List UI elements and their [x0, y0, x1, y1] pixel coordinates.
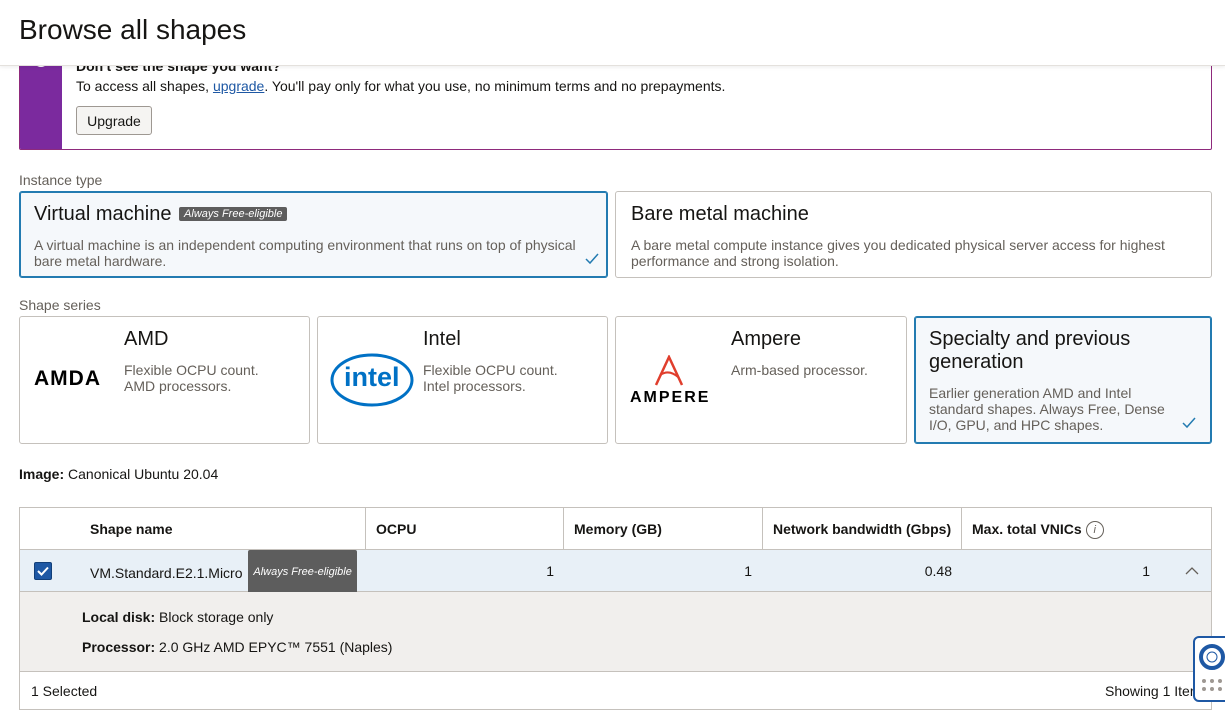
upgrade-button[interactable]: Upgrade [76, 106, 152, 135]
card-title: Virtual machine Always Free-eligible [34, 203, 288, 226]
check-icon [1182, 417, 1196, 429]
lifebuoy-icon [1199, 644, 1225, 670]
col-bandwidth[interactable]: Network bandwidth (Gbps) [762, 508, 961, 550]
local-disk-line: Local disk: Block storage only [82, 609, 273, 625]
local-disk-value: Block storage only [159, 609, 274, 625]
page-title: Browse all shapes [19, 14, 247, 45]
processor-line: Processor: 2.0 GHz AMD EPYC™ 7551 (Naple… [82, 639, 392, 655]
banner-text-after: . You'll pay only for what you use, no m… [264, 78, 726, 94]
grid-dots-icon [1202, 679, 1222, 691]
card-title: Ampere [731, 328, 802, 350]
checkmark-icon [37, 566, 49, 576]
ampere-logo-icon [654, 355, 684, 386]
card-desc: Earlier generation AMD and Intel standar… [929, 385, 1165, 433]
card-title: Intel [423, 328, 461, 350]
intel-card[interactable]: intel Intel Flexible OCPU count. Intel p… [317, 316, 608, 444]
card-desc: Arm-based processor. [731, 362, 868, 378]
check-icon [585, 253, 599, 265]
image-value: Canonical Ubuntu 20.04 [68, 466, 219, 482]
image-info: Image: Canonical Ubuntu 20.04 [19, 466, 218, 482]
amd-logo: AMDA [34, 367, 101, 390]
col-memory[interactable]: Memory (GB) [563, 508, 762, 550]
card-desc: Flexible OCPU count. Intel processors. [423, 362, 558, 394]
card-desc: A virtual machine is an independent comp… [34, 237, 576, 269]
table-footer: 1 Selected Showing 1 Iter [20, 672, 1211, 709]
page-header: Browse all shapes [0, 0, 1225, 66]
image-label: Image: [19, 466, 65, 482]
free-eligible-badge: Always Free-eligible [248, 550, 357, 594]
col-vnics-label: Max. total VNICs [972, 521, 1082, 537]
local-disk-label: Local disk: [82, 609, 156, 625]
banner-text-before: To access all shapes, [76, 78, 213, 94]
ampere-card[interactable]: AMPERE Ampere Arm-based processor. [615, 316, 907, 444]
shapes-table: Shape name OCPU Memory (GB) Network band… [19, 507, 1212, 710]
amd-card[interactable]: AMDA AMD Flexible OCPU count. AMD proces… [19, 316, 310, 444]
card-title-text: Virtual machine [34, 203, 172, 225]
card-desc: A bare metal compute instance gives you … [631, 237, 1165, 269]
showing-count: Showing 1 Iter [1105, 683, 1195, 699]
vnics-cell: 1 [1142, 563, 1150, 579]
row-checkbox[interactable] [34, 562, 52, 580]
help-widget[interactable] [1193, 636, 1225, 702]
card-title: Bare metal machine [631, 203, 809, 225]
col-ocpu[interactable]: OCPU [365, 508, 563, 550]
row-detail: Local disk: Block storage only Processor… [20, 592, 1211, 672]
card-desc: Flexible OCPU count. AMD processors. [124, 362, 259, 394]
banner-text: To access all shapes, upgrade. You'll pa… [76, 78, 725, 94]
memory-cell: 1 [744, 563, 752, 579]
virtual-machine-card[interactable]: Virtual machine Always Free-eligible A v… [19, 191, 608, 278]
specialty-card[interactable]: Specialty and previous generation Earlie… [914, 316, 1212, 444]
shape-series-label: Shape series [19, 297, 101, 313]
ampere-logo: AMPERE [630, 389, 711, 406]
free-eligible-badge: Always Free-eligible [179, 207, 288, 221]
intel-logo: intel [344, 362, 400, 392]
upgrade-link[interactable]: upgrade [213, 78, 264, 94]
processor-value: 2.0 GHz AMD EPYC™ 7551 (Naples) [159, 639, 393, 655]
ocpu-cell: 1 [546, 563, 554, 579]
bandwidth-cell: 0.48 [924, 563, 952, 579]
card-title: AMD [124, 328, 169, 350]
instance-type-label: Instance type [19, 172, 103, 188]
chevron-up-icon[interactable] [1185, 566, 1199, 576]
card-title: Specialty and previous generation [929, 328, 1131, 373]
processor-label: Processor: [82, 639, 156, 655]
selected-count: 1 Selected [31, 683, 98, 699]
col-vnics[interactable]: Max. total VNICs i [961, 508, 1211, 550]
table-header: Shape name OCPU Memory (GB) Network band… [20, 508, 1211, 550]
info-icon[interactable]: i [1085, 521, 1104, 540]
shape-name: VM.Standard.E2.1.Micro [90, 565, 243, 581]
shape-name-cell: VM.Standard.E2.1.Micro Always Free-eligi… [90, 550, 357, 594]
table-row[interactable]: VM.Standard.E2.1.Micro Always Free-eligi… [20, 550, 1211, 594]
col-shape-name[interactable]: Shape name [80, 508, 365, 550]
bare-metal-card[interactable]: Bare metal machine A bare metal compute … [615, 191, 1212, 278]
